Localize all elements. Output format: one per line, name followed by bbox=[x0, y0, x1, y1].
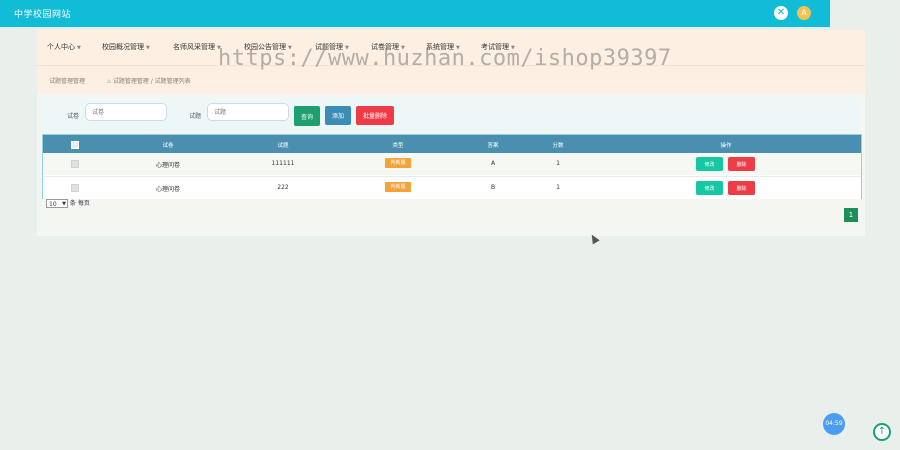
nav-item-teachers[interactable]: 名师风采管理 ▼ bbox=[173, 42, 221, 52]
timer-badge: 04:59 bbox=[823, 413, 845, 435]
delete-button[interactable]: 删除 bbox=[728, 181, 755, 195]
column-header-answer[interactable]: 答案 bbox=[468, 141, 518, 149]
avatar[interactable]: A bbox=[797, 6, 811, 20]
cell-question: 222 bbox=[277, 184, 289, 191]
cell-score: 1 bbox=[556, 160, 560, 167]
page-title: 试题管理管理 bbox=[49, 78, 86, 85]
breadcrumb-path: ⌂ 试题管理管理 / 试题管理列表 bbox=[107, 76, 191, 85]
table-header: 试卷 试题 类型 答案 分数 操作 bbox=[43, 135, 861, 153]
page-size-control: 10 ▼ 条 每页 bbox=[46, 198, 90, 208]
close-icon[interactable]: ✕ bbox=[774, 6, 788, 20]
type-badge: 判断题 bbox=[385, 158, 411, 168]
app-title: 中学校园网站 bbox=[14, 10, 72, 20]
column-header-score[interactable]: 分数 bbox=[533, 141, 583, 149]
nav-item-personal-center[interactable]: 个人中心 ▼ bbox=[47, 42, 81, 52]
nav-label: 个人中心 bbox=[47, 43, 75, 51]
question-filter-label: 试题 bbox=[189, 113, 202, 120]
nav-item-campus-overview[interactable]: 校园概况管理 ▼ bbox=[102, 42, 150, 52]
home-icon[interactable]: ⌂ bbox=[107, 78, 111, 85]
cell-answer: B bbox=[490, 184, 496, 191]
table-row: 心理问卷 222 判断题 B 1 修改 删除 bbox=[43, 176, 861, 199]
page-size-select[interactable]: 10 ▼ bbox=[46, 199, 68, 208]
cell-question: 111111 bbox=[271, 160, 295, 167]
select-all-checkbox[interactable] bbox=[71, 141, 79, 149]
paper-filter-input[interactable] bbox=[85, 103, 167, 121]
add-button[interactable]: 添加 bbox=[325, 106, 351, 125]
column-header-actions: 操作 bbox=[720, 143, 732, 149]
cell-answer: A bbox=[490, 160, 496, 167]
column-header-type[interactable]: 类型 bbox=[373, 141, 423, 149]
search-bar: 试卷 试题 查询 添加 批量删除 bbox=[41, 98, 860, 132]
chevron-down-icon: ▼ bbox=[62, 201, 66, 207]
page-button-current[interactable]: 1 bbox=[844, 208, 858, 222]
column-header-paper[interactable]: 试卷 bbox=[143, 141, 193, 149]
column-header-question[interactable]: 试题 bbox=[258, 141, 308, 149]
delete-button[interactable]: 删除 bbox=[728, 157, 755, 171]
breadcrumb-path-text: 试题管理管理 / 试题管理列表 bbox=[112, 78, 191, 85]
cell-paper: 心理问卷 bbox=[155, 186, 180, 193]
type-badge: 判断题 bbox=[385, 182, 411, 192]
watermark: https://www.huzhan.com/ishop39397 bbox=[218, 46, 672, 71]
question-filter-input[interactable] bbox=[207, 103, 289, 121]
edit-button[interactable]: 修改 bbox=[696, 157, 723, 171]
batch-delete-button[interactable]: 批量删除 bbox=[356, 106, 394, 125]
table-row: 心理问卷 111111 判断题 A 1 修改 删除 bbox=[43, 153, 861, 175]
paper-filter-label: 试卷 bbox=[67, 113, 80, 120]
top-header: 中学校园网站 ✕ A bbox=[0, 0, 830, 27]
nav-label: 校园概况管理 bbox=[102, 43, 144, 51]
nav-label: 名师风采管理 bbox=[173, 43, 215, 51]
chevron-down-icon: ▼ bbox=[146, 45, 150, 51]
cell-score: 1 bbox=[556, 184, 560, 191]
row-checkbox[interactable] bbox=[71, 184, 79, 192]
edit-button[interactable]: 修改 bbox=[696, 181, 723, 195]
chevron-down-icon: ▼ bbox=[77, 45, 81, 51]
cell-paper: 心理问卷 bbox=[155, 162, 180, 169]
search-button[interactable]: 查询 bbox=[294, 106, 320, 126]
arrow-up-icon[interactable]: ↑ bbox=[873, 423, 891, 441]
per-page-label: 条 每页 bbox=[69, 200, 90, 207]
questions-table: 试卷 试题 类型 答案 分数 操作 心理问卷 111111 判断题 A 1 修改… bbox=[42, 134, 862, 199]
row-checkbox[interactable] bbox=[71, 160, 79, 168]
page-size-value: 10 bbox=[49, 201, 57, 208]
